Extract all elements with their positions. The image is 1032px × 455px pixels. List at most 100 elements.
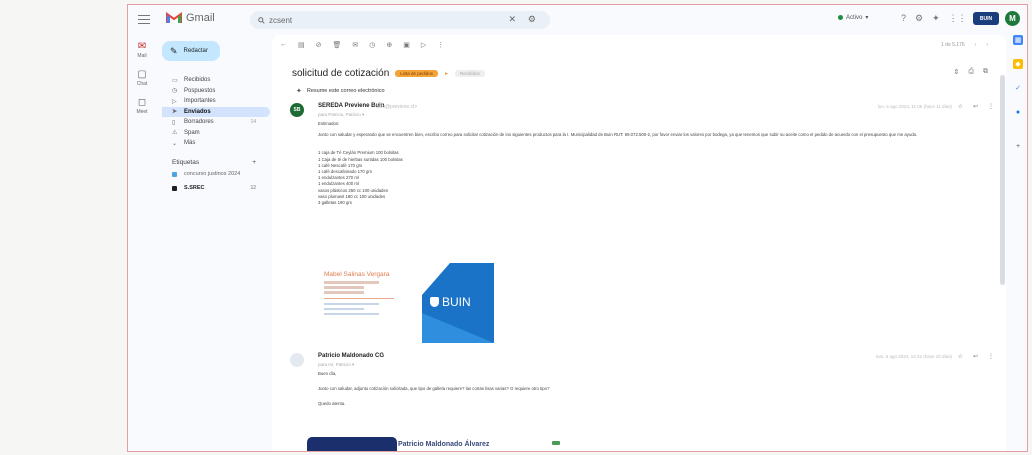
- chevron-right-icon[interactable]: ›: [986, 42, 988, 48]
- sender-email: <info@previene.cl>: [374, 104, 418, 110]
- message-date: mar, 6 ago 2024, 12:22 (hace 10 días): [875, 354, 952, 359]
- settings-icon[interactable]: ⚙: [915, 13, 923, 24]
- star-icon[interactable]: ☆: [958, 103, 963, 110]
- rail-item-meet[interactable]: ◻ Meet: [128, 97, 156, 115]
- chat-icon: ▢: [137, 69, 147, 80]
- sidebar-item-label: Enviados: [184, 108, 211, 115]
- signature-line: [324, 286, 364, 289]
- label-chip[interactable]: Lista de pedidos: [395, 70, 439, 77]
- recipients[interactable]: para mí, Patricio ▾: [318, 362, 354, 368]
- delete-icon[interactable]: 🗑: [333, 41, 342, 49]
- app-rail: ✉ Mail ▢ Chat ◻ Meet: [128, 41, 156, 125]
- label-color-icon: [172, 171, 177, 177]
- gmail-logo[interactable]: Gmail: [166, 12, 215, 24]
- signature-divider: [324, 297, 394, 299]
- scrollbar[interactable]: [1000, 75, 1005, 285]
- compose-button[interactable]: ✎ Redactar: [162, 41, 220, 61]
- account-avatar[interactable]: M: [1005, 11, 1020, 26]
- message-body: Estimados: Junto con saludar y esperando…: [318, 121, 1008, 211]
- body-paragraph: Junto con saludar y esperando que se enc…: [318, 132, 918, 138]
- open-new-window-icon[interactable]: ⧉: [983, 68, 988, 76]
- top-bar: Gmail zcsent ✕ ⚙ Activo ▾ ? ⚙ ✦ ⋮⋮ BUIN …: [128, 5, 1027, 35]
- sidebar-item-important[interactable]: ▷ Importantes: [162, 96, 270, 107]
- search-bar[interactable]: zcsent ✕ ⚙: [250, 11, 550, 29]
- print-icon[interactable]: ⎙: [968, 68, 974, 76]
- calendar-icon[interactable]: ▦: [1013, 35, 1023, 45]
- shield-icon: [430, 297, 439, 307]
- chevron-left-icon[interactable]: ‹: [975, 42, 977, 48]
- label-icon[interactable]: ▷: [421, 41, 426, 49]
- sidebar-item-snoozed[interactable]: ◷ Pospuestos: [162, 86, 270, 97]
- label-name: concurso justinos 2024: [184, 171, 241, 177]
- app-name: Gmail: [186, 12, 215, 24]
- message-actions: ☆ ↩ ⋮: [958, 353, 994, 360]
- search-options-icon[interactable]: ⚙: [528, 14, 536, 25]
- logo-shape: [422, 263, 450, 295]
- back-arrow-icon[interactable]: ←: [280, 41, 287, 49]
- body-paragraph: Quedo atenta.: [318, 401, 346, 407]
- add-addon-icon[interactable]: +: [1013, 141, 1023, 151]
- sidebar-item-drafts[interactable]: ▯ Borradores 14: [162, 117, 270, 128]
- snooze-icon[interactable]: ◷: [369, 41, 375, 49]
- sender-avatar: [290, 353, 304, 367]
- mark-unread-icon[interactable]: ✉: [352, 41, 358, 49]
- signature-line: [324, 291, 364, 294]
- sidebar: ✎ Redactar ▭ Recibidos ◷ Pospuestos ▷ Im…: [162, 41, 270, 194]
- rail-label: Meet: [136, 109, 148, 115]
- more-options-icon[interactable]: ⋮: [437, 41, 444, 49]
- reply-icon[interactable]: ↩: [973, 103, 978, 110]
- more-options-icon[interactable]: ⋮: [988, 103, 994, 110]
- logo-text: BUIN: [442, 295, 471, 309]
- sidebar-item-inbox[interactable]: ▭ Recibidos: [162, 75, 270, 86]
- rail-item-mail[interactable]: ✉ Mail: [128, 41, 156, 59]
- organization-logo[interactable]: BUIN: [973, 12, 999, 25]
- sidebar-item-label: Pospuestos: [184, 87, 216, 94]
- search-icon[interactable]: [258, 16, 265, 24]
- label-item[interactable]: S.SREC 12: [162, 183, 270, 194]
- message-actions: ☆ ↩ ⋮: [958, 103, 994, 110]
- thread-subject-row: solicitud de cotización Lista de pedidos…: [292, 68, 485, 79]
- report-spam-icon[interactable]: ⊘: [316, 41, 322, 49]
- recipients[interactable]: para Patricio, Patricio ▾: [318, 112, 364, 118]
- sender-name[interactable]: Patricio Maldonado CG: [318, 353, 384, 359]
- meet-icon: ◻: [137, 97, 147, 108]
- sidebar-item-more[interactable]: ⌄ Más: [162, 138, 270, 149]
- tasks-icon[interactable]: ✓: [1013, 83, 1023, 93]
- status-dot-icon: [838, 15, 843, 20]
- label-chip[interactable]: Recibidos: [455, 70, 485, 77]
- rail-label: Chat: [136, 81, 148, 87]
- gemini-icon[interactable]: ✦: [932, 13, 940, 24]
- municipality-logo: BUIN: [422, 263, 494, 343]
- archive-icon[interactable]: ▤: [298, 41, 305, 49]
- keep-icon[interactable]: ◆: [1013, 59, 1023, 69]
- gemini-icon: ✦: [296, 87, 302, 95]
- label-name: S.SREC: [184, 185, 205, 191]
- add-task-icon[interactable]: ⊕: [386, 41, 392, 49]
- help-icon[interactable]: ?: [901, 13, 906, 24]
- star-icon[interactable]: ☆: [958, 353, 963, 360]
- add-label-icon[interactable]: +: [252, 159, 256, 166]
- label-item[interactable]: concurso justinos 2024: [162, 169, 270, 180]
- move-to-icon[interactable]: ▣: [403, 41, 410, 49]
- summarize-button[interactable]: ✦ Resume este correo electrónico: [294, 85, 391, 96]
- message-date: lun, 6 ago 2024, 11:05 (hace 11 días): [877, 104, 952, 109]
- sidebar-item-sent[interactable]: ➤ Enviados: [162, 106, 270, 117]
- contacts-icon[interactable]: ●: [1013, 107, 1023, 117]
- clear-search-icon[interactable]: ✕: [508, 14, 516, 25]
- sidebar-item-label: Más: [184, 140, 196, 147]
- reply-icon[interactable]: ↩: [973, 353, 978, 360]
- signature-line: [324, 312, 379, 315]
- sidebar-item-spam[interactable]: ⚠ Spam: [162, 128, 270, 139]
- thread-actions: ⇕ ⎙ ⧉: [954, 68, 988, 76]
- apps-grid-icon[interactable]: ⋮⋮: [949, 13, 967, 24]
- expand-icon[interactable]: ⇕: [954, 68, 960, 76]
- more-options-icon[interactable]: ⋮: [988, 353, 994, 360]
- list-item: 3 galletas 190 grs: [318, 200, 352, 206]
- logo-shape: [422, 313, 494, 343]
- rail-label: Mail: [137, 53, 147, 59]
- status-indicator[interactable]: Activo ▾: [838, 14, 868, 21]
- hamburger-menu-icon[interactable]: [138, 15, 150, 25]
- body-paragraph: Buen día,: [318, 371, 337, 376]
- search-input[interactable]: zcsent: [269, 16, 292, 25]
- rail-item-chat[interactable]: ▢ Chat: [128, 69, 156, 87]
